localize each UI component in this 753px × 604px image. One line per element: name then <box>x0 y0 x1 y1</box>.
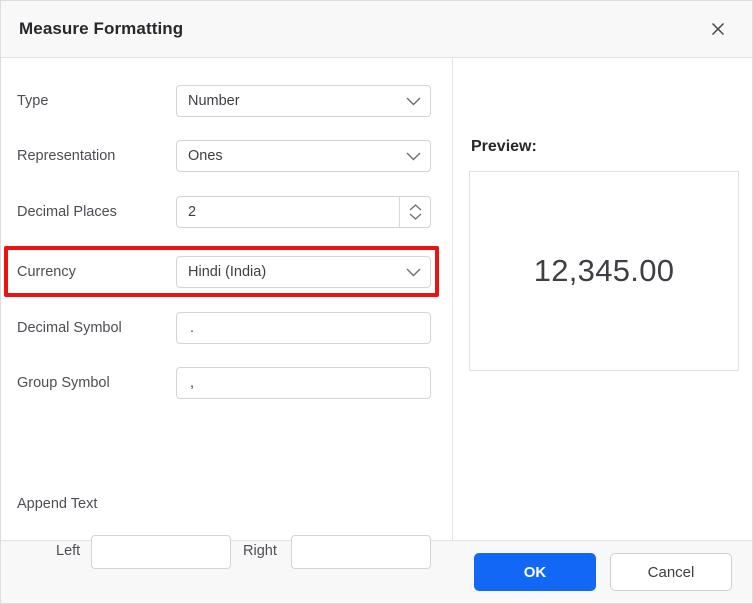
form-row-decimal-places: Decimal Places 2 <box>1 196 453 228</box>
preview-box: 12,345.00 <box>469 171 739 371</box>
append-text-section-label: Append Text <box>17 496 97 512</box>
dialog-header: Measure Formatting <box>1 1 752 58</box>
representation-dropdown-value: Ones <box>177 148 396 164</box>
ok-button[interactable]: OK <box>474 553 596 591</box>
preview-panel: Preview: 12,345.00 <box>453 58 752 540</box>
close-icon[interactable] <box>704 15 732 43</box>
decimal-places-value: 2 <box>177 204 399 220</box>
currency-dropdown-value: Hindi (India) <box>177 264 396 280</box>
append-left-input[interactable] <box>92 536 230 568</box>
type-dropdown-value: Number <box>177 93 396 109</box>
chevron-up-icon <box>409 204 422 211</box>
label-decimal-symbol: Decimal Symbol <box>17 320 122 336</box>
label-append-right: Right <box>243 543 277 559</box>
form-row-decimal-symbol: Decimal Symbol . <box>1 312 453 344</box>
decimal-places-input[interactable]: 2 <box>176 196 431 228</box>
preview-value: 12,345.00 <box>534 253 675 289</box>
label-type: Type <box>17 93 48 109</box>
measure-formatting-dialog: Measure Formatting Type Number <box>0 0 753 604</box>
label-currency: Currency <box>17 264 76 280</box>
append-right-field[interactable] <box>291 535 431 569</box>
representation-dropdown[interactable]: Ones <box>176 140 431 172</box>
label-append-left: Left <box>56 543 80 559</box>
form-row-currency: Currency Hindi (India) <box>1 256 453 288</box>
chevron-down-icon <box>396 141 430 171</box>
form-row-type: Type Number <box>1 85 453 117</box>
chevron-down-icon <box>396 257 430 287</box>
chevron-down-icon <box>396 86 430 116</box>
decimal-symbol-input[interactable]: . <box>176 312 431 344</box>
settings-panel: Type Number Representation Ones <box>1 58 453 540</box>
chevron-down-icon <box>409 213 422 220</box>
dialog-body: Type Number Representation Ones <box>1 58 752 540</box>
append-right-input[interactable] <box>292 536 430 568</box>
label-decimal-places: Decimal Places <box>17 204 117 220</box>
label-group-symbol: Group Symbol <box>17 375 110 391</box>
form-row-representation: Representation Ones <box>1 140 453 172</box>
append-text-row: Left Right <box>1 535 453 569</box>
page-title: Measure Formatting <box>19 19 704 39</box>
label-representation: Representation <box>17 148 115 164</box>
preview-title: Preview: <box>471 138 537 156</box>
append-left-field[interactable] <box>91 535 231 569</box>
cancel-button[interactable]: Cancel <box>610 553 732 591</box>
decimal-symbol-value: . <box>177 320 430 336</box>
group-symbol-input[interactable]: , <box>176 367 431 399</box>
type-dropdown[interactable]: Number <box>176 85 431 117</box>
form-row-group-symbol: Group Symbol , <box>1 367 453 399</box>
decimal-places-stepper[interactable] <box>399 197 430 227</box>
group-symbol-value: , <box>177 375 430 391</box>
currency-dropdown[interactable]: Hindi (India) <box>176 256 431 288</box>
